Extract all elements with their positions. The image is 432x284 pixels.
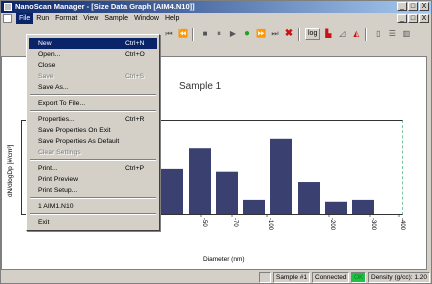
bar-chart-icon[interactable]: ▙ — [322, 28, 334, 40]
status-bar: Sample #1 Connected OK Density (g/cc): 1… — [1, 269, 431, 284]
menu-separator — [30, 94, 156, 96]
x-axis-label: Diameter (nm) — [203, 256, 245, 263]
toolbar-separator — [365, 27, 368, 41]
menu-item-save-as[interactable]: Save As... — [29, 82, 157, 93]
menu-view[interactable]: View — [80, 13, 101, 24]
toolbar-separator — [192, 27, 194, 41]
toolbar-separator — [298, 27, 300, 41]
log-scale-button[interactable]: log — [305, 28, 321, 40]
menu-sample[interactable]: Sample — [101, 13, 131, 24]
menu-item-properties[interactable]: Properties... Ctrl+R — [29, 114, 157, 125]
menu-item-save: Save Ctrl+S — [38, 73, 145, 80]
menu-help[interactable]: Help — [162, 13, 182, 24]
menu-item-recent-file[interactable]: 1 AIM1.N10 — [29, 201, 157, 212]
minimize-button[interactable]: _ — [397, 2, 407, 11]
file-menu-dropdown: New Ctrl+N Open... Ctrl+O Close Save Ctrl+S… — [26, 34, 160, 231]
skip-back-icon[interactable]: ⏮ — [163, 28, 175, 40]
mdi-minimize-button[interactable]: _ — [397, 14, 407, 23]
y-axis-label: dN/dlogDp [#/cm³] — [7, 144, 14, 197]
status-connection: Connected — [312, 272, 350, 283]
chart-title: Sample 1 — [179, 81, 222, 92]
line-chart-icon[interactable]: ◿ — [336, 28, 348, 40]
status-ok-indicator: OK — [351, 272, 367, 283]
status-density: Density (g/cc): 1.20 — [368, 272, 430, 283]
menu-format[interactable]: Format — [52, 13, 80, 24]
window-title: NanoScan Manager - [Size Data Graph [AIM… — [15, 2, 195, 11]
document-icon[interactable] — [3, 14, 12, 23]
skip-forward-icon[interactable]: ⏭ — [269, 28, 281, 40]
play-icon[interactable]: ▶ — [227, 28, 239, 40]
maximize-button[interactable]: □ — [408, 2, 418, 11]
menu-separator — [30, 110, 156, 112]
mdi-restore-button[interactable]: □ — [408, 14, 418, 23]
menu-item-print[interactable]: Print... Ctrl+P — [29, 163, 157, 174]
cancel-icon[interactable]: ✖ — [283, 28, 295, 40]
grid-icon[interactable]: ▯ — [372, 28, 384, 40]
menu-item-print-setup[interactable]: Print Setup... — [29, 185, 157, 196]
title-bar[interactable]: NanoScan Manager - [Size Data Graph [AIM… — [1, 1, 431, 13]
pause-icon[interactable]: ⏸ — [213, 28, 225, 40]
mdi-close-button[interactable]: X — [419, 14, 429, 23]
menu-item-open[interactable]: Open... Ctrl+O — [29, 49, 157, 60]
status-pane-empty — [259, 272, 271, 283]
stop-icon[interactable]: ■ — [199, 28, 211, 40]
fast-forward-icon[interactable]: ⏩ — [255, 28, 267, 40]
menu-separator — [30, 197, 156, 199]
menu-item-close[interactable]: Close — [29, 60, 157, 71]
columns-icon[interactable]: ▥ — [400, 28, 412, 40]
menu-item-save-properties-on-exit[interactable]: Save Properties On Exit — [29, 125, 157, 136]
rewind-icon[interactable]: ⏪ — [177, 28, 189, 40]
menu-item-clear-settings: Clear Settings — [38, 149, 81, 156]
menu-item-save-properties-default[interactable]: Save Properties As Default — [29, 136, 157, 147]
app-icon — [4, 3, 12, 11]
menu-window[interactable]: Window — [131, 13, 162, 24]
application-window: NanoScan Manager - [Size Data Graph [AIM… — [0, 0, 432, 284]
menu-separator — [30, 213, 156, 215]
menu-run[interactable]: Run — [33, 13, 52, 24]
record-icon[interactable]: ● — [241, 28, 253, 40]
status-sample: Sample #1 — [273, 272, 311, 283]
area-chart-icon[interactable]: ◭ — [350, 28, 362, 40]
menu-bar: File Run Format View Sample Window Help … — [1, 13, 431, 24]
menu-item-export[interactable]: Export To File... — [29, 98, 157, 109]
menu-file[interactable]: File — [16, 13, 34, 24]
close-button[interactable]: X — [419, 2, 429, 11]
menu-item-print-preview[interactable]: Print Preview — [29, 174, 157, 185]
menu-item-new[interactable]: New Ctrl+N — [29, 38, 157, 49]
menu-item-exit[interactable]: Exit — [29, 217, 157, 228]
table-icon[interactable]: ☰ — [386, 28, 398, 40]
menu-separator — [30, 159, 156, 161]
